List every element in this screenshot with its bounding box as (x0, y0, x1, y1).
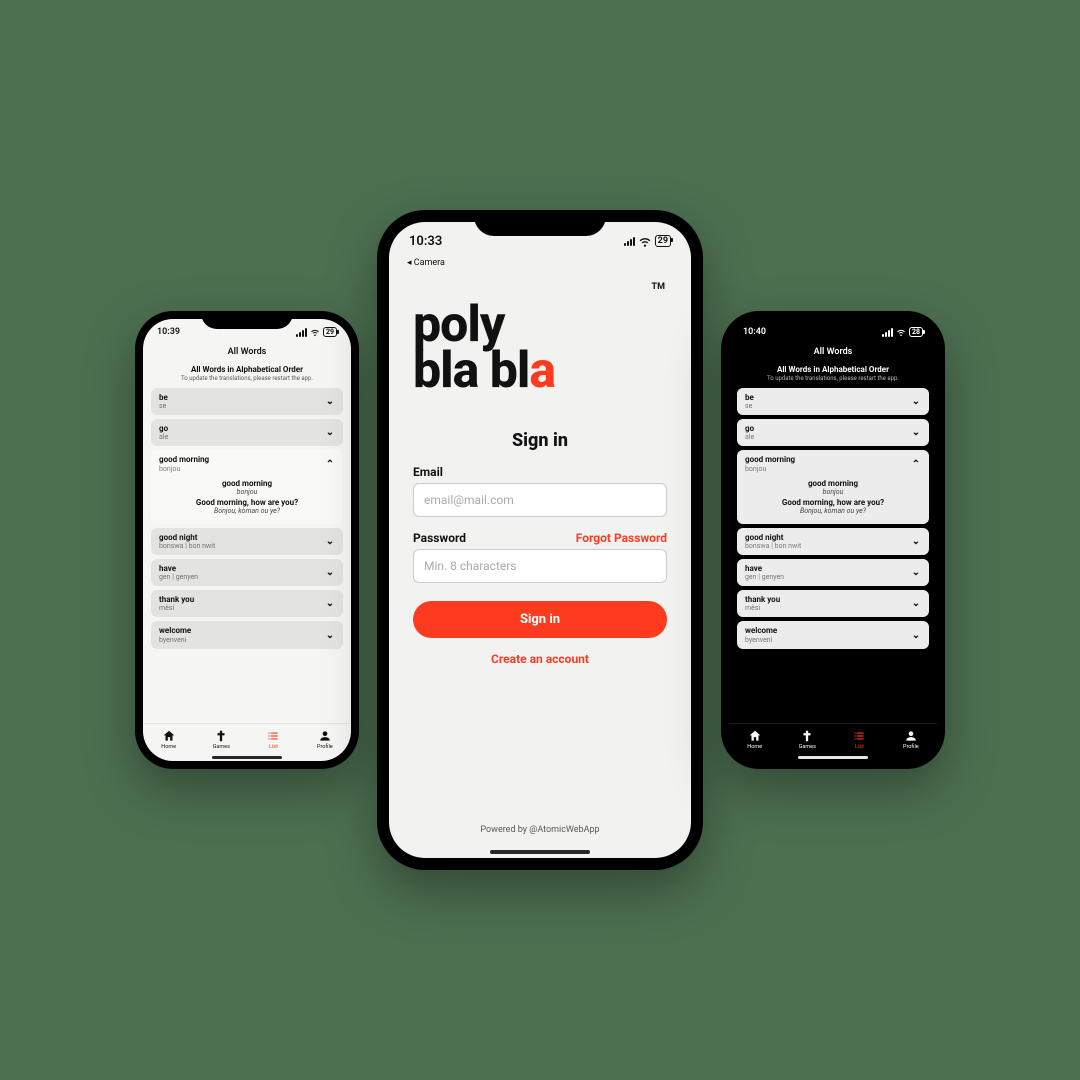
status-time: 10:39 (157, 327, 180, 337)
signal-icon (882, 328, 893, 337)
tab-home[interactable]: Home (161, 729, 176, 750)
battery-icon: 28 (909, 327, 923, 337)
word-card[interactable]: thank youmèsi⌄ (151, 590, 343, 617)
wifi-icon (896, 327, 906, 337)
tab-home[interactable]: Home (747, 729, 762, 750)
chevron-down-icon[interactable]: ⌄ (911, 397, 921, 407)
word-card[interactable]: goale⌄ (737, 419, 929, 446)
home-indicator[interactable] (212, 756, 282, 759)
phone-login: 10:33 29 ◂ Camera TM poly bla bla Sign i… (377, 210, 703, 870)
tab-bar: Home Games List Profile (143, 723, 351, 753)
word-list[interactable]: bese⌄ goale⌄ good morningbonjou⌃good morni… (729, 388, 937, 723)
tab-label: Home (161, 744, 176, 750)
battery-icon: 29 (655, 235, 671, 247)
tab-label: Games (213, 744, 230, 750)
tab-label: Home (747, 744, 762, 750)
profile-icon (318, 729, 332, 743)
trademark: TM (413, 282, 667, 292)
list-subtitle: All Words in Alphabetical Order (143, 361, 351, 374)
list-subtitle: All Words in Alphabetical Order (729, 361, 937, 374)
battery-icon: 29 (323, 327, 337, 337)
chevron-down-icon[interactable]: ⌄ (325, 397, 335, 407)
tab-label: Profile (317, 744, 333, 750)
tab-label: Profile (903, 744, 919, 750)
page-title: All Words (729, 345, 937, 361)
list-icon (852, 729, 866, 743)
chevron-down-icon[interactable]: ⌄ (911, 536, 921, 546)
chevron-down-icon[interactable]: ⌄ (911, 630, 921, 640)
phone-light: 10:39 29 All Words All Words in Alphabet… (135, 311, 359, 769)
tab-games[interactable]: Games (799, 729, 816, 750)
email-label: Email (413, 465, 443, 479)
signal-icon (296, 328, 307, 337)
list-icon (266, 729, 280, 743)
status-time: 10:33 (409, 234, 442, 249)
word-card[interactable]: goale⌄ (151, 419, 343, 446)
list-subtext: To update the translations, please resta… (143, 374, 351, 388)
profile-icon (904, 729, 918, 743)
forgot-password-link[interactable]: Forgot Password (576, 531, 667, 545)
chevron-down-icon[interactable]: ⌄ (911, 599, 921, 609)
wifi-icon (638, 234, 652, 248)
games-icon (214, 729, 228, 743)
home-icon (748, 729, 762, 743)
home-indicator[interactable] (798, 756, 868, 759)
word-card[interactable]: welcomebyenveni⌄ (151, 621, 343, 648)
create-account-link[interactable]: Create an account (413, 652, 667, 666)
word-card[interactable]: bese⌄ (737, 388, 929, 415)
chevron-up-icon[interactable]: ⌃ (325, 459, 335, 469)
tab-profile[interactable]: Profile (317, 729, 333, 750)
word-card[interactable]: havegen | genyen⌄ (737, 559, 929, 586)
email-field[interactable] (413, 483, 667, 517)
tab-profile[interactable]: Profile (903, 729, 919, 750)
chevron-down-icon[interactable]: ⌄ (325, 630, 335, 640)
chevron-up-icon[interactable]: ⌃ (911, 459, 921, 469)
password-field[interactable] (413, 549, 667, 583)
tab-label: List (269, 744, 278, 750)
home-indicator[interactable] (490, 850, 590, 854)
notch (787, 311, 879, 329)
page-title: All Words (143, 345, 351, 361)
word-list[interactable]: bese⌄ goale⌄ good morningbonjou⌃good morni… (143, 388, 351, 723)
chevron-down-icon[interactable]: ⌄ (911, 428, 921, 438)
word-card[interactable]: good nightbonswa | bon nwit⌄ (737, 528, 929, 555)
word-card[interactable]: bese⌄ (151, 388, 343, 415)
games-icon (800, 729, 814, 743)
chevron-down-icon[interactable]: ⌄ (325, 536, 335, 546)
signal-icon (624, 237, 635, 246)
tab-label: Games (799, 744, 816, 750)
list-subtext: To update the translations, please resta… (729, 374, 937, 388)
home-icon (162, 729, 176, 743)
tab-list[interactable]: List (266, 729, 280, 750)
password-label: Password (413, 531, 466, 545)
word-card[interactable]: good nightbonswa | bon nwit⌄ (151, 528, 343, 555)
phone-dark: 10:40 28 All Words All Words in Alphabet… (721, 311, 945, 769)
signin-button[interactable]: Sign in (413, 601, 667, 638)
chevron-down-icon[interactable]: ⌄ (911, 568, 921, 578)
tab-label: List (855, 744, 864, 750)
word-card[interactable]: thank youmèsi⌄ (737, 590, 929, 617)
tab-bar: Home Games List Profile (729, 723, 937, 753)
status-time: 10:40 (743, 327, 766, 337)
word-card[interactable]: havegen | genyen⌄ (151, 559, 343, 586)
tab-list[interactable]: List (852, 729, 866, 750)
tab-games[interactable]: Games (213, 729, 230, 750)
word-card-expanded[interactable]: good morningbonjou⌃good morningbonjouGoo… (737, 450, 929, 523)
chevron-down-icon[interactable]: ⌄ (325, 428, 335, 438)
word-card[interactable]: welcomebyenveni⌄ (737, 621, 929, 648)
signin-title: Sign in (413, 430, 667, 451)
chevron-down-icon[interactable]: ⌄ (325, 599, 335, 609)
notch (474, 210, 606, 236)
footer-credit: Powered by @AtomicWebApp (413, 815, 667, 845)
app-logo: poly bla bla (413, 302, 667, 394)
chevron-down-icon[interactable]: ⌄ (325, 568, 335, 578)
word-card-expanded[interactable]: good morningbonjou⌃good morningbonjouGoo… (151, 450, 343, 523)
notch (201, 311, 293, 329)
wifi-icon (310, 327, 320, 337)
